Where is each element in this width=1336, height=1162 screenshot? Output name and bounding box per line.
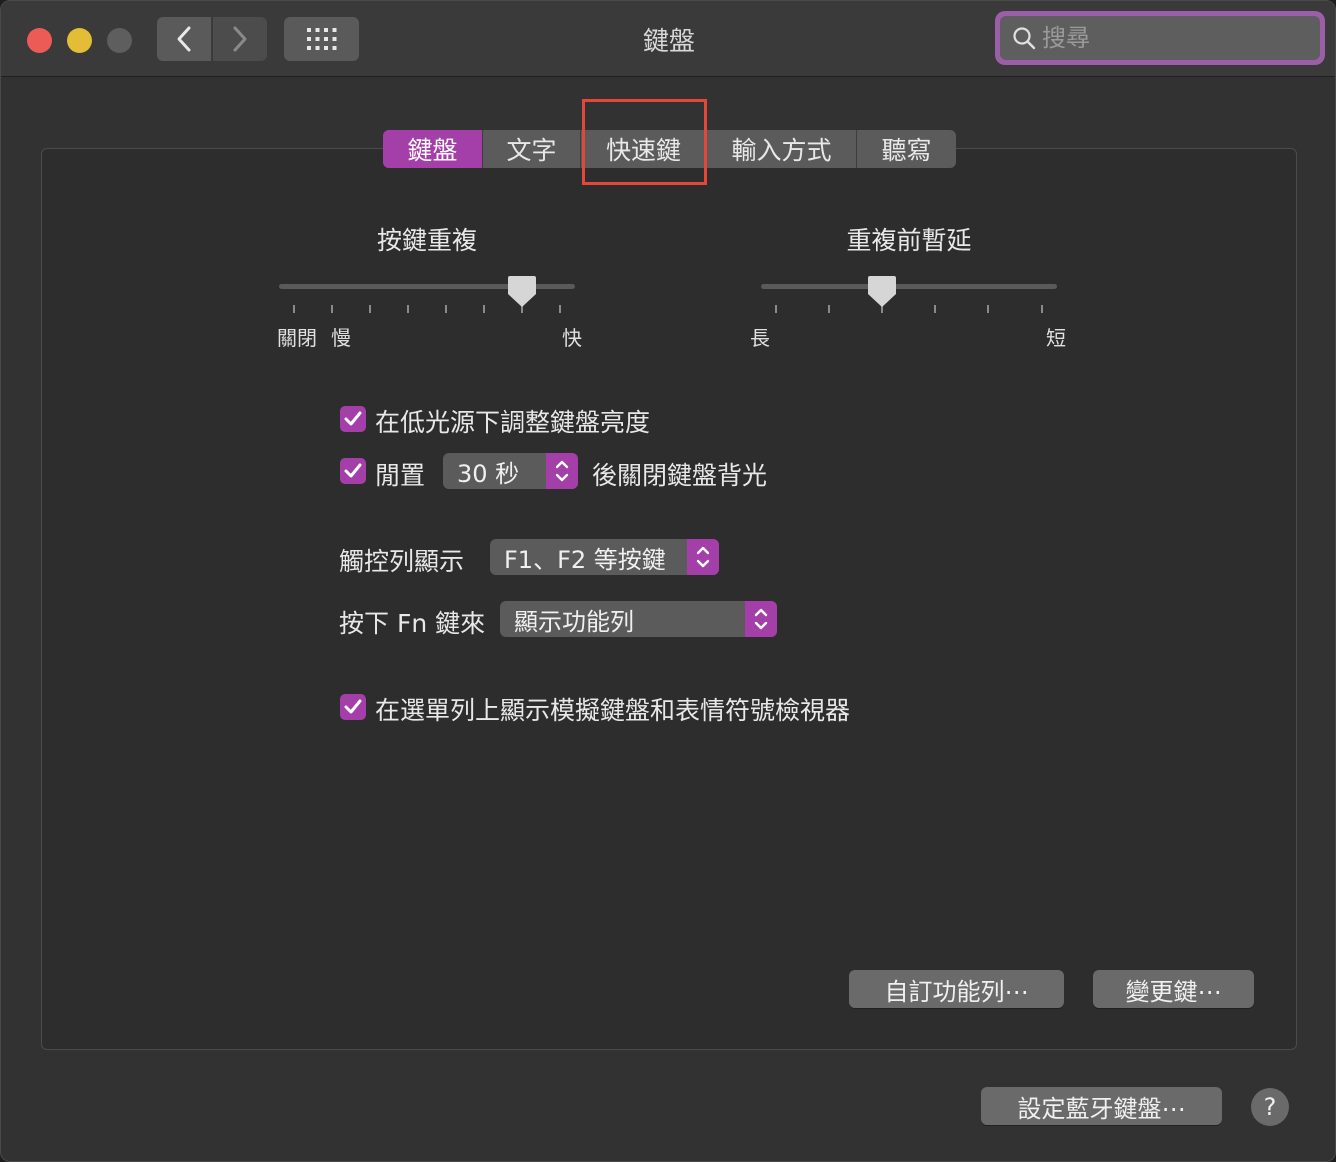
tab-keyboard[interactable]: 鍵盤 (383, 130, 483, 168)
key-repeat-tick (293, 305, 295, 313)
key-repeat-tick (407, 305, 409, 313)
delay-label-long: 長 (750, 326, 770, 350)
delay-tick (987, 305, 989, 313)
delay-tick (1041, 305, 1043, 313)
fn-key-label: 按下 Fn 鍵來 (339, 609, 486, 638)
menu-bar-viewer-label: 在選單列上顯示模擬鍵盤和表情符號檢視器 (375, 696, 851, 725)
modifier-keys-button[interactable]: 變更鍵⋯ (1093, 970, 1254, 1008)
menu-bar-viewer-checkbox[interactable] (340, 694, 366, 720)
annotation-highlight-box (582, 99, 707, 185)
setup-bluetooth-keyboard-button[interactable]: 設定藍牙鍵盤⋯ (981, 1087, 1222, 1125)
adjust-brightness-checkbox[interactable] (340, 406, 366, 432)
touchbar-shows-value: F1、F2 等按鍵 (504, 545, 666, 574)
delay-until-repeat-slider[interactable] (761, 284, 1057, 289)
help-button[interactable]: ? (1251, 1088, 1289, 1126)
backlight-off-suffix: 後關閉鍵盤背光 (592, 461, 768, 490)
touchbar-shows-popup[interactable]: F1、F2 等按鍵 (490, 539, 719, 575)
search-field[interactable] (1000, 16, 1320, 60)
idle-time-popup[interactable]: 30 秒 (443, 453, 578, 489)
delay-tick (934, 305, 936, 313)
backlight-off-prefix: 閒置 (375, 461, 426, 490)
key-repeat-label-off: 關閉 (277, 326, 317, 350)
tab-text[interactable]: 文字 (483, 130, 581, 168)
search-icon (1013, 27, 1036, 50)
customize-touchbar-button[interactable]: 自訂功能列⋯ (849, 970, 1064, 1008)
up-down-arrows-icon (546, 453, 578, 489)
up-down-arrows-icon (687, 539, 719, 575)
key-repeat-label-fast: 快 (562, 326, 582, 350)
key-repeat-tick (331, 305, 333, 313)
tab-dictation[interactable]: 聽寫 (857, 130, 956, 168)
fn-key-value: 顯示功能列 (514, 607, 634, 636)
title-bar: 鍵盤 (1, 1, 1335, 77)
idle-time-value: 30 秒 (457, 459, 520, 488)
checkmark-icon (344, 699, 362, 714)
delay-label-short: 短 (1046, 326, 1066, 350)
key-repeat-thumb[interactable] (507, 274, 537, 308)
delay-tick (775, 305, 777, 313)
touchbar-shows-label: 觸控列顯示 (339, 547, 465, 576)
key-repeat-tick (559, 305, 561, 313)
checkmark-icon (344, 411, 362, 426)
key-repeat-title: 按鍵重複 (376, 226, 477, 255)
preferences-window: 鍵盤 鍵盤 文字 快速鍵 輸入方式 聽寫 按鍵重複 關閉 慢 快 重複前暫延 長… (0, 0, 1336, 1162)
tab-input-sources[interactable]: 輸入方式 (707, 130, 857, 168)
key-repeat-label-slow: 慢 (331, 326, 351, 350)
delay-tick (828, 305, 830, 313)
up-down-arrows-icon (745, 601, 777, 637)
search-input[interactable] (1040, 23, 1304, 53)
search-focus-ring (995, 11, 1325, 65)
delay-until-repeat-thumb[interactable] (867, 274, 897, 308)
checkmark-icon (344, 463, 362, 478)
backlight-off-checkbox[interactable] (340, 458, 366, 484)
fn-key-popup[interactable]: 顯示功能列 (500, 601, 777, 637)
delay-until-repeat-title: 重複前暫延 (846, 226, 972, 255)
content-panel (41, 148, 1297, 1050)
key-repeat-tick (369, 305, 371, 313)
key-repeat-tick (483, 305, 485, 313)
adjust-brightness-label: 在低光源下調整鍵盤亮度 (375, 408, 651, 437)
key-repeat-tick (445, 305, 447, 313)
